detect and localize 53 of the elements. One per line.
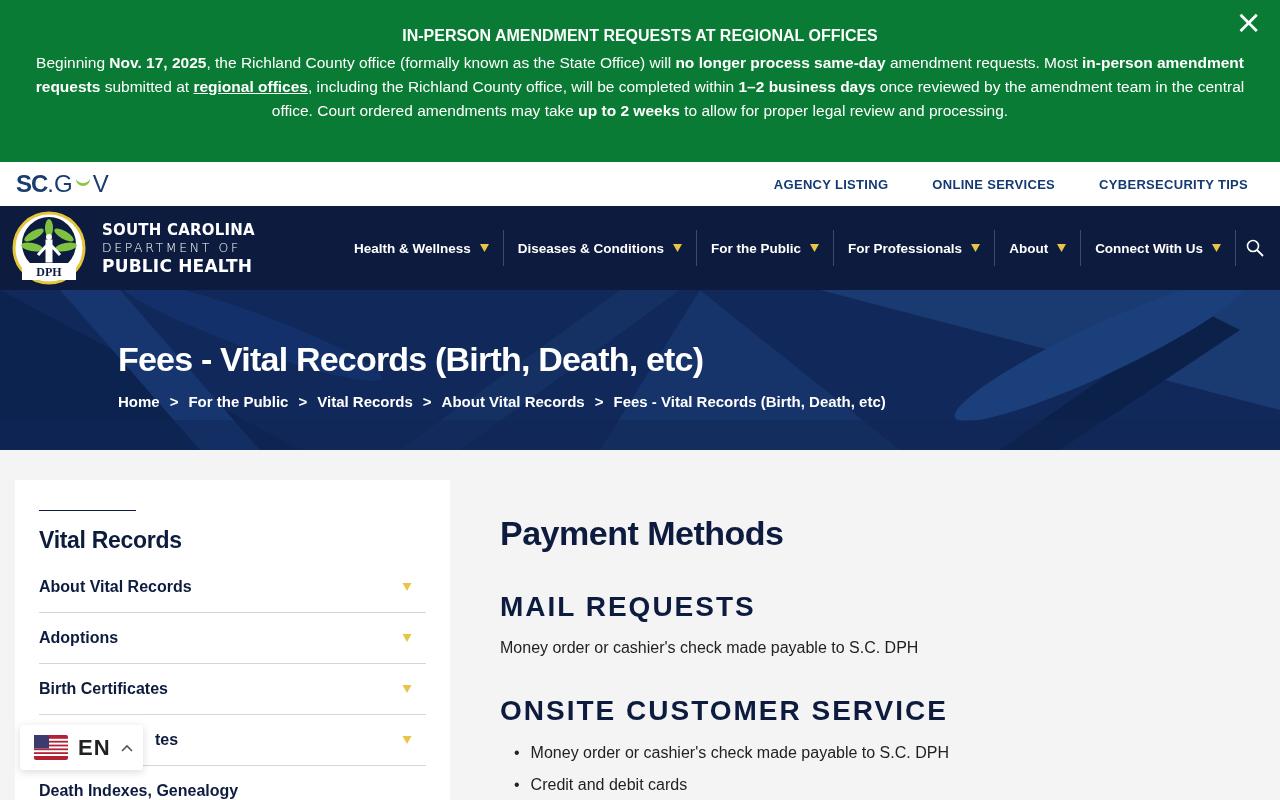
sidebar-item[interactable]: About Vital Records	[39, 562, 426, 612]
nav-menu-item[interactable]: About	[995, 230, 1082, 266]
section-heading: Payment Methods	[500, 514, 785, 553]
list-item: Credit and debit cards	[530, 775, 688, 795]
breadcrumb-link[interactable]: For the Public	[188, 393, 289, 410]
dph-logo[interactable]: DPH	[12, 211, 86, 285]
list-item: Money order or cashier's check made payable to S.C. DPH	[530, 743, 949, 763]
sc-gov-logo[interactable]: SC.G V	[16, 170, 109, 198]
utility-link[interactable]: CYBERSECURITY TIPS	[1099, 176, 1248, 192]
bullet: •	[514, 775, 520, 795]
caret-icon	[673, 244, 683, 252]
caret-icon	[402, 634, 412, 642]
breadcrumb-separator: >	[298, 393, 308, 410]
breadcrumb-separator: >	[169, 393, 179, 410]
caret-icon	[1212, 244, 1221, 252]
caret-icon	[402, 736, 412, 744]
caret-icon	[479, 244, 489, 252]
breadcrumb-link[interactable]: About Vital Records	[441, 393, 585, 410]
body-text: Money order or cashier's check made payable to S.C. DPH	[500, 639, 920, 657]
utility-link[interactable]: ONLINE SERVICES	[932, 176, 1056, 192]
nav-menu-item[interactable]: For Professionals	[834, 230, 996, 266]
subsection-heading: MAIL REQUESTS	[500, 591, 757, 623]
nav-menu-item[interactable]: Health & Wellness	[340, 230, 504, 266]
caret-icon	[402, 583, 412, 591]
close-button[interactable]: ×	[1231, 6, 1266, 38]
nav-menu-item[interactable]: Diseases & Conditions	[503, 230, 698, 266]
chevron-up-icon	[120, 743, 133, 752]
regional-offices-link[interactable]: regional offices	[193, 78, 308, 95]
banner-title: IN-PERSON AMENDMENT REQUESTS AT REGIONAL OFFICES	[402, 27, 878, 45]
breadcrumb-current: Fees - Vital Records (Birth, Death, etc)	[613, 393, 886, 410]
nav-menu-item[interactable]: For the Public	[697, 230, 835, 266]
nav-menu-item[interactable]: Connect With Us	[1081, 230, 1236, 266]
caret-icon	[402, 685, 412, 693]
subsection-heading: ONSITE CUSTOMER SERVICE	[500, 695, 949, 727]
bullet: •	[514, 743, 520, 763]
sidebar-item[interactable]: tes	[155, 715, 426, 765]
caret-icon	[810, 244, 820, 252]
breadcrumb-link[interactable]: Vital Records	[317, 393, 413, 410]
caret-icon	[971, 244, 981, 252]
sidebar-title: Vital Records	[39, 527, 183, 554]
breadcrumb-link[interactable]: Home	[118, 393, 160, 410]
language-selector[interactable]: EN	[20, 725, 143, 770]
search-icon	[1246, 239, 1264, 257]
us-flag-icon	[34, 735, 68, 760]
banner-message: Beginning Nov. 17, 2025, the Richland County office (formally known as the State Office) will no longer process same-day amendment requests. Most in-person amendment requests submitted at regional offices, including the Richland County office, will be completed within 1–2 business days once reviewed by the amendment team in the central office. Court ordered amendments may take up to 2 weeks to allow for proper legal review and processing.	[34, 53, 1246, 121]
utility-link[interactable]: AGENCY LISTING	[773, 176, 889, 192]
sidebar-item[interactable]: Birth Certificates	[39, 664, 426, 714]
caret-icon	[1057, 244, 1067, 252]
breadcrumb-separator: >	[422, 393, 432, 410]
department-name: SOUTH CAROLINA DEPARTMENT OF PUBLIC HEALTH	[102, 221, 255, 275]
sidebar-item[interactable]: Adoptions	[39, 613, 426, 663]
page-title: Fees - Vital Records (Birth, Death, etc)	[118, 340, 705, 379]
breadcrumb-separator: >	[594, 393, 604, 410]
